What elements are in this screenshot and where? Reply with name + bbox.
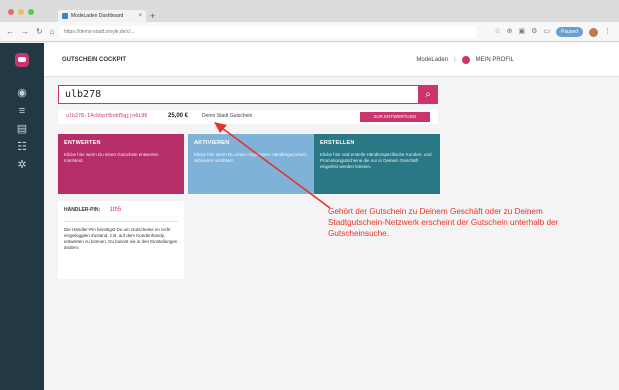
forward-icon[interactable]: → [21,26,29,38]
annotation-text: Gehört der Gutschein zu Deinem Geschäft … [328,207,559,238]
pin-value: 1th5 [109,207,122,213]
voucher-amount: 25,00 € [168,113,189,119]
card-title: AKTIVIEREN [194,140,230,146]
pin-description: Die Händler-Pin benötigst Du um Gutschei… [64,227,178,250]
extension-icon-2[interactable]: ▣ [519,26,526,38]
search-icon: ⌕ [425,89,431,100]
shop-name: ModeLaden [416,57,449,63]
card-title: ERSTELLEN [320,140,355,146]
browser-tab-bar: ModeLaden Dashboard × + [0,0,619,22]
browser-profile-avatar[interactable] [589,27,598,37]
profile-icon[interactable] [461,56,470,64]
minimize-window-icon[interactable] [18,9,24,15]
voucher-icon[interactable]: ▤ [15,123,29,135]
star-icon[interactable]: ☆ [494,26,500,38]
voucher-code: ulb278-14ckbpf8ndd5gjjn6i96 [66,113,148,119]
search-result-row[interactable]: ulb278-14ckbpf8ndd5gjjn6i96 25,00 € Demo… [58,110,438,124]
favicon-icon [62,13,68,19]
users-icon[interactable]: ☷ [15,141,29,153]
maximize-window-icon[interactable] [28,9,34,15]
paused-sync-button[interactable]: Paused [556,27,583,37]
app-logo-icon[interactable] [15,53,29,67]
reload-icon[interactable]: ↻ [36,26,43,38]
divider [64,221,178,222]
app-title: GUTSCHEIN COCKPIT [62,57,127,63]
pin-label: HÄNDLER-PIN: [64,207,101,213]
card-description: Klicke hier und erstelle Händlerspezifis… [320,152,432,169]
browser-toolbar: ← → ↻ ⌂ https://demo-stadt.zmyle.de/c/..… [0,22,619,42]
dashboard-icon[interactable]: ◉ [15,87,29,99]
header-separator: | [454,57,456,63]
browser-tab[interactable]: ModeLaden Dashboard × [58,10,146,22]
card-description: Klicke hier wenn Du einen Gutschein entw… [64,152,159,163]
new-tab-button[interactable]: + [150,10,155,22]
voucher-search: ulb278 ⌕ [58,85,438,104]
close-window-icon[interactable] [8,9,14,15]
redeem-button[interactable]: ZUR ENTWERTUNG [360,112,430,122]
tab-close-icon[interactable]: × [138,13,142,19]
card-title: ENTWERTEN [64,140,101,146]
card-aktivieren[interactable]: AKTIVIEREN Klicke hier wenn Du einen ein… [188,134,314,194]
card-erstellen[interactable]: ERSTELLEN Klicke hier und erstelle Händl… [314,134,440,194]
merchant-pin-box: HÄNDLER-PIN: 1th5 Die Händler-Pin benöti… [58,201,184,279]
home-icon[interactable]: ⌂ [50,26,55,38]
list-icon[interactable]: ≡ [15,105,29,117]
menu-icon[interactable]: ⋮ [604,26,611,38]
settings-icon[interactable]: ✲ [15,159,29,171]
address-bar[interactable]: https://demo-stadt.zmyle.de/c/... [58,26,478,38]
search-input[interactable]: ulb278 [65,89,101,100]
extension-icon[interactable]: ⊕ [507,26,513,38]
card-description: Klicke hier wenn Du einen eingelösten Hä… [194,152,307,163]
back-icon[interactable]: ← [6,26,14,38]
window-controls [8,9,34,15]
extension-icon-3[interactable]: ⚙ [531,26,537,38]
voucher-name: Demo Stadt Gutschein [202,113,253,119]
profile-link[interactable]: MEIN PROFIL [476,57,514,63]
sidebar: ◉ ≡ ▤ ☷ ✲ [0,43,44,390]
card-entwerten[interactable]: ENTWERTEN Klicke hier wenn Du einen Guts… [58,134,184,194]
tab-title: ModeLaden Dashboard [71,13,124,19]
search-button[interactable]: ⌕ [418,85,438,104]
app-header: GUTSCHEIN COCKPIT ModeLaden | MEIN PROFI… [44,43,619,77]
extension-icon-4[interactable]: ▭ [543,26,550,38]
